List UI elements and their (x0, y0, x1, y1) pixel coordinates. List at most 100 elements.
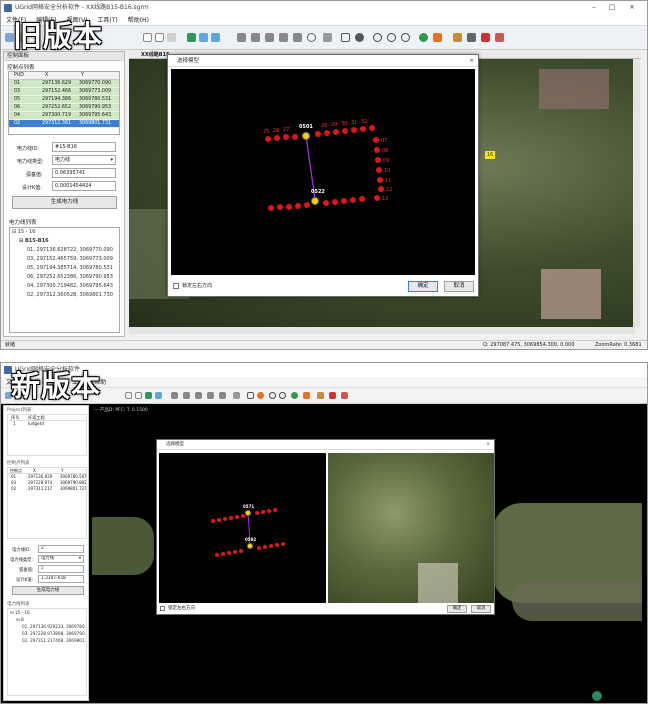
point-marker[interactable] (351, 127, 357, 133)
tower-marker[interactable]: 16 (485, 151, 495, 159)
key-icon[interactable] (195, 392, 202, 399)
point-marker[interactable] (342, 128, 348, 134)
point-marker[interactable] (350, 197, 356, 203)
point-marker[interactable] (267, 509, 271, 513)
line-id-input[interactable]: 2 (38, 545, 84, 553)
ok-button[interactable]: 确定 (447, 605, 467, 613)
generate-line-button[interactable]: 生成电力线 (12, 196, 117, 209)
report-icon[interactable] (329, 392, 336, 399)
delete-icon[interactable] (401, 33, 410, 42)
point-marker[interactable] (374, 147, 380, 153)
line-tree[interactable]: ⊟ 15 - 16 ⊟ B 01, 297136.929233, 3069780… (7, 608, 87, 696)
design-k-input[interactable]: 0.0001454424 (52, 181, 116, 191)
table-row[interactable]: 03 297152.466 3069773.009 (9, 88, 119, 96)
point-marker[interactable] (333, 129, 339, 135)
point-marker[interactable] (255, 511, 259, 515)
key-icon[interactable] (265, 33, 274, 42)
tag-icon[interactable] (317, 392, 324, 399)
tree-root[interactable]: ⊟ 15 - 16 (10, 609, 86, 616)
generate-line-button[interactable]: 生成电力线 (12, 586, 84, 595)
fire-icon[interactable] (433, 33, 442, 42)
tower-icon[interactable] (145, 392, 152, 399)
line-type-select[interactable]: 电力线 ▾ (52, 155, 116, 165)
selected-point-top[interactable] (302, 132, 310, 140)
point-marker[interactable] (277, 204, 283, 210)
nav-compass-icon[interactable] (592, 691, 602, 701)
point-marker[interactable] (304, 202, 310, 208)
point-marker[interactable] (273, 508, 277, 512)
point-marker[interactable] (233, 550, 237, 554)
document-tab[interactable]: XX线路B15- (129, 52, 172, 58)
line-id-input[interactable]: #15-B16 (52, 142, 116, 152)
vertical-scrollbar[interactable] (633, 59, 640, 327)
tree-leaf[interactable]: 01, 297136.929233, 3069780.664 (10, 623, 86, 630)
minimize-icon[interactable]: – (587, 2, 601, 13)
draw-line-icon[interactable] (199, 33, 208, 42)
frame-icon[interactable] (247, 392, 254, 399)
project-table[interactable]: 序号 杆塔工程 1 ludget4 (7, 414, 87, 456)
point-marker[interactable] (263, 545, 267, 549)
layer-icon[interactable] (125, 392, 132, 399)
point-marker[interactable] (378, 186, 384, 192)
point-marker[interactable] (281, 542, 285, 546)
point-marker[interactable] (223, 517, 227, 521)
point-marker[interactable] (227, 551, 231, 555)
pen-icon[interactable] (293, 33, 302, 42)
draw-line-icon[interactable] (155, 392, 162, 399)
point-marker[interactable] (315, 131, 321, 137)
point-marker[interactable] (341, 198, 347, 204)
point-marker[interactable] (283, 134, 289, 140)
close-icon[interactable]: × (625, 2, 639, 13)
sag-input[interactable]: 5 (38, 565, 84, 573)
point-marker[interactable] (215, 553, 219, 557)
table-row[interactable]: 06 297252.652 3069790.953 (9, 104, 119, 112)
point-marker[interactable] (274, 135, 280, 141)
tree-root[interactable]: ⊟ 15 - 16 (12, 228, 119, 237)
point-marker[interactable] (286, 204, 292, 210)
point-marker[interactable] (377, 177, 383, 183)
fire-icon[interactable] (303, 392, 310, 399)
point-marker[interactable] (376, 167, 382, 173)
globe-icon[interactable] (355, 33, 364, 42)
maximize-icon[interactable]: □ (605, 2, 619, 13)
grid-icon[interactable] (155, 33, 164, 42)
menu-help[interactable]: 帮助(H) (123, 15, 154, 26)
zoom-icon[interactable] (279, 33, 288, 42)
ruler-icon[interactable] (467, 33, 476, 42)
line-tree[interactable]: ⊟ 15 - 16 ⊟ B15-B16 01, 297136.628722, 3… (9, 227, 120, 333)
tree-leaf[interactable]: 01, 297136.628722, 3069770.090 (12, 246, 119, 255)
point-marker[interactable] (374, 195, 380, 201)
sag-input[interactable]: 0.06395741 (52, 168, 116, 178)
point-marker[interactable] (211, 519, 215, 523)
point-marker[interactable] (239, 549, 243, 553)
table-row[interactable]: 05 297194.386 3069780.531 (9, 96, 119, 104)
point-marker[interactable] (269, 544, 273, 548)
tree-leaf[interactable]: 02, 297312.360528, 3069801.730 (12, 291, 119, 300)
edit-icon[interactable] (279, 392, 286, 399)
aerial-image-preview[interactable] (328, 453, 494, 603)
control-point-table[interactable]: PtID X Y 01 297136.629 3069770.090 03 29715… (8, 71, 120, 135)
lock-direction-checkbox[interactable] (173, 283, 179, 289)
add-icon[interactable] (269, 392, 276, 399)
point-marker[interactable] (295, 203, 301, 209)
eye-icon[interactable] (291, 392, 298, 399)
frame-icon[interactable] (341, 33, 350, 42)
layer-icon[interactable] (143, 33, 152, 42)
point-marker[interactable] (217, 518, 221, 522)
selected-point-top[interactable] (245, 510, 251, 516)
table-row[interactable]: 1 ludget4 (8, 421, 86, 427)
rotate-icon[interactable] (307, 33, 316, 42)
selected-point-bottom[interactable] (247, 543, 253, 549)
tree-leaf[interactable]: 04, 297300.719482, 3069795.643 (12, 282, 119, 291)
control-point-table[interactable]: 控制点 X Y 01 297136.929 3069780.567 03 297228.9… (7, 467, 87, 539)
close-icon[interactable]: × (469, 55, 474, 67)
eye-icon[interactable] (419, 33, 428, 42)
point-marker[interactable] (221, 552, 225, 556)
table-row-selected[interactable]: 02 297312.361 3069801.731 (9, 120, 119, 128)
point-marker[interactable] (235, 515, 239, 519)
point-marker[interactable] (375, 157, 381, 163)
ok-button[interactable]: 确定 (408, 281, 438, 292)
globe-icon[interactable] (257, 392, 264, 399)
point-marker[interactable] (324, 130, 330, 136)
tree-node[interactable]: ⊟ B (10, 616, 86, 623)
